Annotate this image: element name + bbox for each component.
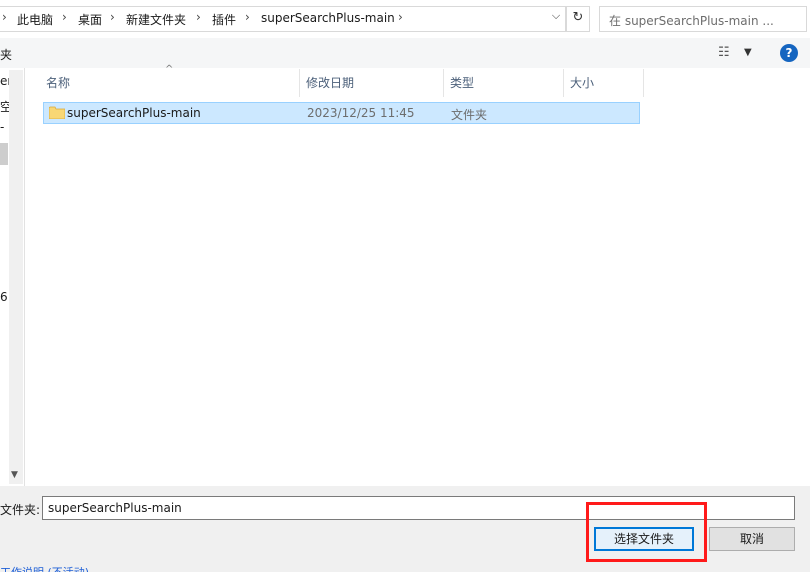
breadcrumb-item-this-pc[interactable]: 此电脑 [17,11,53,28]
breadcrumb-separator: › [110,10,115,24]
nav-scrollbar-thumb[interactable] [0,143,8,165]
column-header-size[interactable]: 大小 [564,69,644,97]
breadcrumb-item-current[interactable]: superSearchPlus-main [261,11,395,25]
breadcrumb-separator: › [62,10,67,24]
file-name: superSearchPlus-main [67,106,201,120]
refresh-icon[interactable]: ↻ [566,6,590,32]
scroll-down-icon[interactable]: ▼ [11,470,18,480]
file-row[interactable]: superSearchPlus-main 2023/12/25 11:45 文件… [43,102,640,124]
nav-scrollbar[interactable] [9,70,23,484]
column-header-type[interactable]: 类型 [444,69,564,97]
file-type: 文件夹 [451,108,488,122]
background-window-text: 工作说明 (不活动) [0,564,100,572]
view-dropdown-icon[interactable]: ▼ [744,47,752,58]
search-input[interactable]: 在 superSearchPlus-main ... [599,6,807,32]
file-modified: 2023/12/25 11:45 [307,106,415,120]
folder-name-value: superSearchPlus-main [48,501,182,515]
highlight-annotation-box [586,502,707,562]
sort-ascending-icon: ^ [165,64,174,75]
toolbar [0,38,810,68]
new-folder-button[interactable]: 夹 [0,46,12,63]
cancel-button[interactable]: 取消 [709,527,795,551]
column-header-modified[interactable]: 修改日期 [300,69,444,97]
breadcrumb-separator: › [196,10,201,24]
breadcrumb-separator: › [245,10,250,24]
help-icon[interactable]: ? [780,44,798,62]
folder-icon [49,106,65,119]
breadcrumb-separator: › [2,10,7,24]
nav-item-fragment[interactable]: - [0,120,4,134]
address-bar[interactable]: › 此电脑 › 桌面 › 新建文件夹 › 插件 › superSearchPlu… [0,6,566,32]
chevron-down-icon[interactable]: ⌵ [548,9,564,27]
folder-label: 文件夹: [0,503,41,517]
breadcrumb-separator: › [398,10,403,24]
nav-item-fragment[interactable]: 6 [0,290,8,304]
view-options-icon[interactable]: ☷ [718,45,730,60]
breadcrumb-item-plugins[interactable]: 插件 [212,11,236,28]
breadcrumb-item-new-folder[interactable]: 新建文件夹 [126,11,186,28]
search-placeholder: 在 superSearchPlus-main ... [609,14,774,28]
breadcrumb-item-desktop[interactable]: 桌面 [78,11,102,28]
